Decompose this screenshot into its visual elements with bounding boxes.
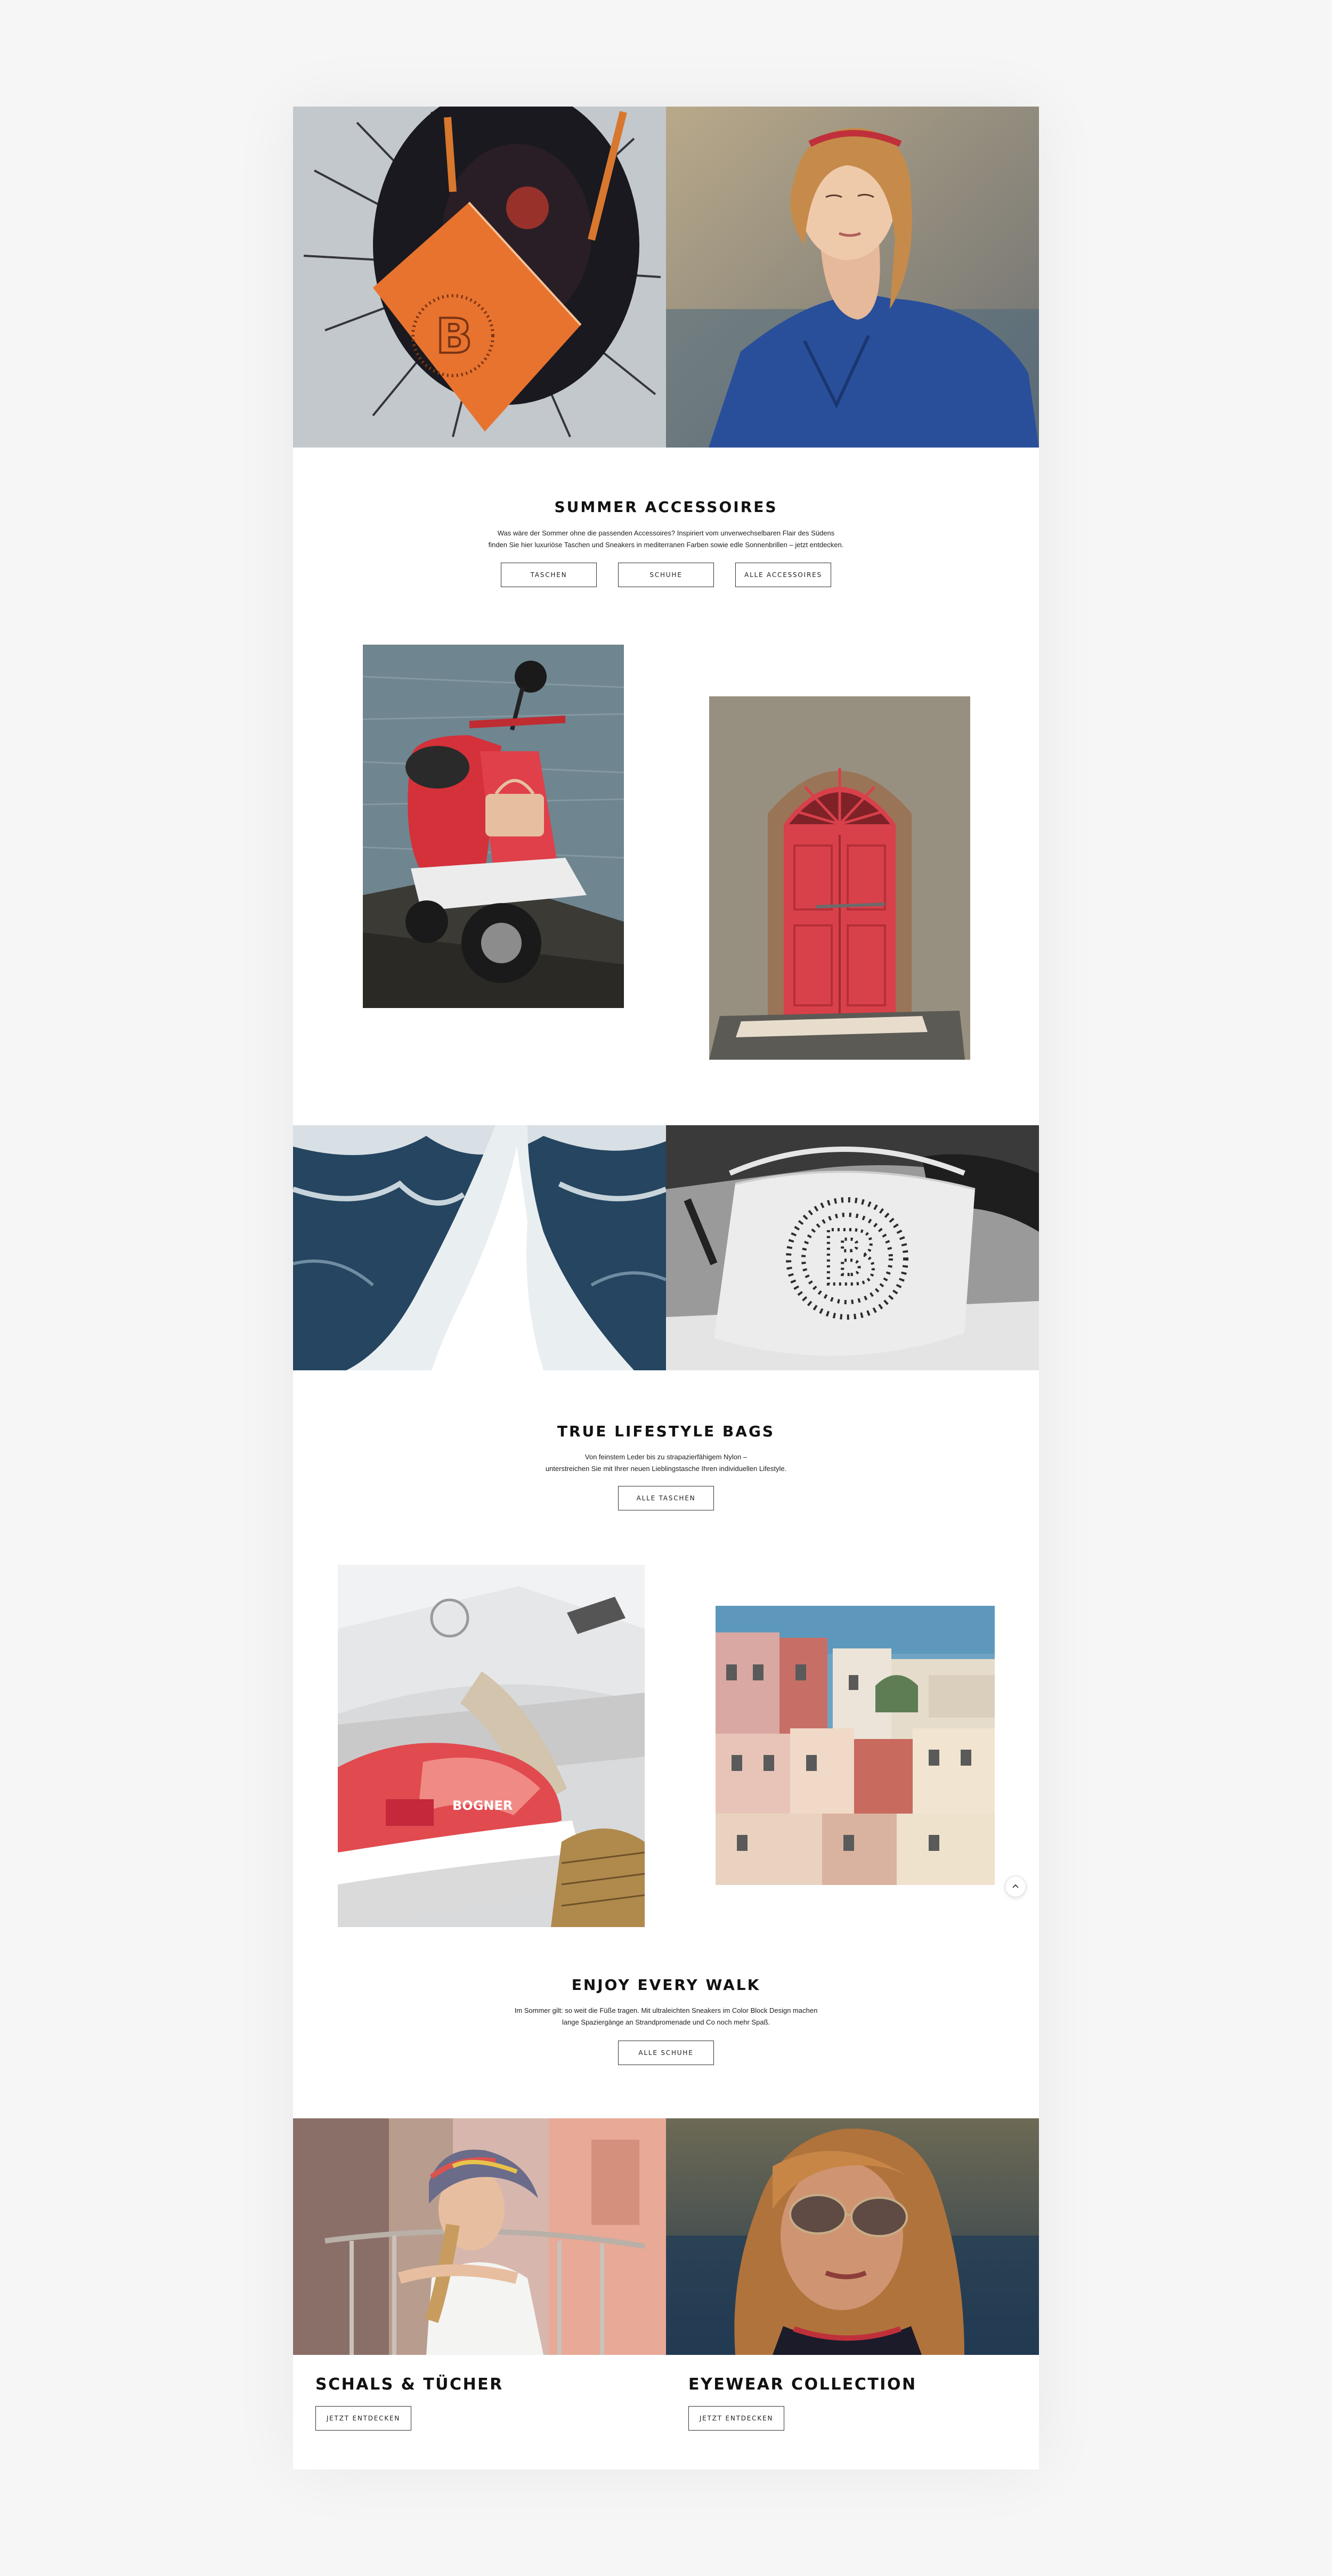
enjoy-every-walk-text: Im Sommer gilt: so weit die Füße tragen.… xyxy=(514,2006,818,2026)
taschen-button[interactable]: TASCHEN xyxy=(501,563,597,587)
true-lifestyle-bags-text: Von feinstem Leder bis zu strapazierfähi… xyxy=(545,1453,787,1473)
enjoy-every-walk-title: ENJOY EVERY WALK xyxy=(571,1976,761,1994)
colorful-houses-image[interactable] xyxy=(716,1606,995,1885)
scarf-woman-image[interactable] xyxy=(293,2118,666,2355)
red-vespa-image[interactable] xyxy=(363,645,624,1008)
alle-schuhe-button[interactable]: ALLE SCHUHE xyxy=(618,2041,714,2065)
red-door-image[interactable] xyxy=(709,696,970,1060)
svg-text:B: B xyxy=(822,1215,879,1302)
orange-bag-image[interactable]: B xyxy=(293,107,666,448)
schuhe-button[interactable]: SCHUHE xyxy=(618,563,714,587)
sunglasses-woman-image[interactable] xyxy=(666,2118,1039,2355)
chevron-up-icon xyxy=(1012,1884,1019,1888)
summer-accessoires-title: SUMMER ACCESSOIRES xyxy=(554,498,778,516)
true-lifestyle-bags-title: TRUE LIFESTYLE BAGS xyxy=(557,1423,775,1440)
sneaker-image[interactable]: BOGNER xyxy=(338,1565,645,1927)
white-bag-image[interactable]: B xyxy=(666,1125,1039,1370)
sneaker-brand-text: BOGNER xyxy=(452,1798,513,1813)
schals-tuecher-title: SCHALS & TÜCHER xyxy=(315,2375,503,2394)
content-page: B SUMMER ACCESSOIRES Was wäre der Sommer… xyxy=(293,107,1039,2469)
schals-jetzt-entdecken-button[interactable]: JETZT ENTDECKEN xyxy=(315,2406,411,2431)
alle-accessoires-button[interactable]: ALLE ACCESSOIRES xyxy=(735,563,831,587)
boat-wake-image[interactable] xyxy=(293,1125,666,1370)
woman-blue-shirt-image[interactable] xyxy=(666,107,1039,448)
scroll-to-top-button[interactable] xyxy=(1005,1876,1026,1897)
svg-text:B: B xyxy=(436,308,473,364)
alle-taschen-button[interactable]: ALLE TASCHEN xyxy=(618,1486,714,1510)
eyewear-jetzt-entdecken-button[interactable]: JETZT ENTDECKEN xyxy=(688,2406,784,2431)
eyewear-collection-title: EYEWEAR COLLECTION xyxy=(688,2375,917,2394)
summer-accessoires-text: Was wäre der Sommer ohne die passenden A… xyxy=(488,529,844,549)
